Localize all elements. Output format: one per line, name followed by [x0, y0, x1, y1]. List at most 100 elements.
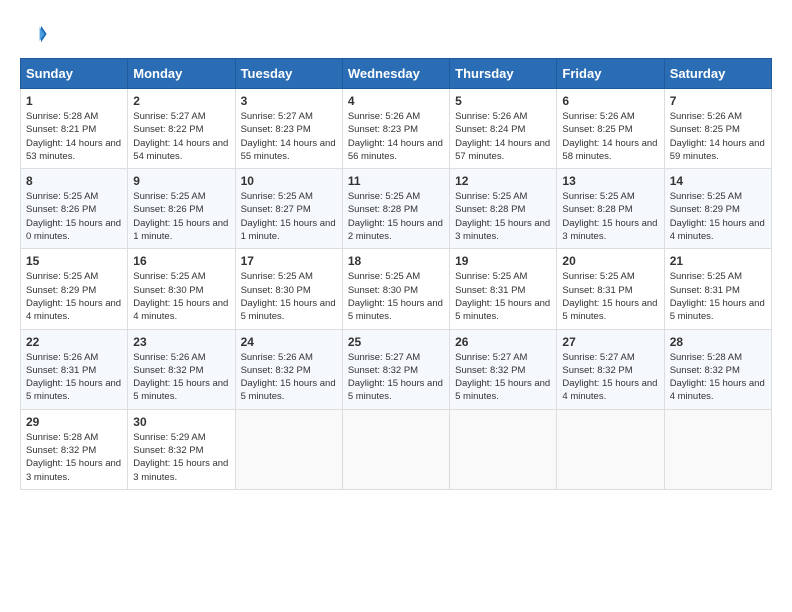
sunrise-label: Sunrise: 5:25 AM — [670, 271, 742, 282]
day-number: 8 — [26, 174, 122, 188]
calendar-day-header: Wednesday — [342, 59, 449, 89]
sunrise-label: Sunrise: 5:25 AM — [348, 191, 420, 202]
daylight-label: Daylight: 15 hours and 5 minutes. — [348, 378, 443, 402]
day-number: 23 — [133, 335, 229, 349]
calendar-week-row: 22 Sunrise: 5:26 AM Sunset: 8:31 PM Dayl… — [21, 329, 772, 409]
sunset-label: Sunset: 8:32 PM — [133, 445, 203, 456]
day-number: 30 — [133, 415, 229, 429]
sunrise-label: Sunrise: 5:26 AM — [670, 111, 742, 122]
cell-content: Sunrise: 5:25 AM Sunset: 8:30 PM Dayligh… — [348, 270, 444, 323]
sunrise-label: Sunrise: 5:27 AM — [133, 111, 205, 122]
sunrise-label: Sunrise: 5:25 AM — [562, 191, 634, 202]
cell-content: Sunrise: 5:25 AM Sunset: 8:27 PM Dayligh… — [241, 190, 337, 243]
calendar-cell: 6 Sunrise: 5:26 AM Sunset: 8:25 PM Dayli… — [557, 89, 664, 169]
day-number: 20 — [562, 254, 658, 268]
cell-content: Sunrise: 5:26 AM Sunset: 8:24 PM Dayligh… — [455, 110, 551, 163]
calendar-week-row: 8 Sunrise: 5:25 AM Sunset: 8:26 PM Dayli… — [21, 169, 772, 249]
cell-content: Sunrise: 5:26 AM Sunset: 8:25 PM Dayligh… — [670, 110, 766, 163]
daylight-label: Daylight: 14 hours and 55 minutes. — [241, 138, 336, 162]
cell-content: Sunrise: 5:28 AM Sunset: 8:32 PM Dayligh… — [26, 431, 122, 484]
sunrise-label: Sunrise: 5:28 AM — [26, 432, 98, 443]
sunset-label: Sunset: 8:31 PM — [26, 365, 96, 376]
calendar-cell: 18 Sunrise: 5:25 AM Sunset: 8:30 PM Dayl… — [342, 249, 449, 329]
calendar-cell: 16 Sunrise: 5:25 AM Sunset: 8:30 PM Dayl… — [128, 249, 235, 329]
calendar-cell: 7 Sunrise: 5:26 AM Sunset: 8:25 PM Dayli… — [664, 89, 771, 169]
day-number: 9 — [133, 174, 229, 188]
daylight-label: Daylight: 14 hours and 53 minutes. — [26, 138, 121, 162]
sunset-label: Sunset: 8:26 PM — [133, 204, 203, 215]
day-number: 2 — [133, 94, 229, 108]
cell-content: Sunrise: 5:25 AM Sunset: 8:28 PM Dayligh… — [348, 190, 444, 243]
cell-content: Sunrise: 5:25 AM Sunset: 8:29 PM Dayligh… — [26, 270, 122, 323]
sunrise-label: Sunrise: 5:25 AM — [133, 191, 205, 202]
sunrise-label: Sunrise: 5:26 AM — [562, 111, 634, 122]
daylight-label: Daylight: 15 hours and 5 minutes. — [455, 298, 550, 322]
sunset-label: Sunset: 8:32 PM — [241, 365, 311, 376]
cell-content: Sunrise: 5:28 AM Sunset: 8:32 PM Dayligh… — [670, 351, 766, 404]
cell-content: Sunrise: 5:26 AM Sunset: 8:25 PM Dayligh… — [562, 110, 658, 163]
daylight-label: Daylight: 15 hours and 5 minutes. — [26, 378, 121, 402]
sunrise-label: Sunrise: 5:26 AM — [348, 111, 420, 122]
calendar-cell: 20 Sunrise: 5:25 AM Sunset: 8:31 PM Dayl… — [557, 249, 664, 329]
cell-content: Sunrise: 5:26 AM Sunset: 8:31 PM Dayligh… — [26, 351, 122, 404]
sunset-label: Sunset: 8:22 PM — [133, 124, 203, 135]
calendar-cell: 9 Sunrise: 5:25 AM Sunset: 8:26 PM Dayli… — [128, 169, 235, 249]
calendar-day-header: Tuesday — [235, 59, 342, 89]
daylight-label: Daylight: 15 hours and 3 minutes. — [26, 458, 121, 482]
daylight-label: Daylight: 15 hours and 1 minute. — [133, 218, 228, 242]
sunrise-label: Sunrise: 5:25 AM — [455, 191, 527, 202]
sunset-label: Sunset: 8:31 PM — [670, 285, 740, 296]
sunset-label: Sunset: 8:32 PM — [562, 365, 632, 376]
daylight-label: Daylight: 15 hours and 3 minutes. — [562, 218, 657, 242]
daylight-label: Daylight: 15 hours and 5 minutes. — [670, 298, 765, 322]
sunrise-label: Sunrise: 5:26 AM — [133, 352, 205, 363]
cell-content: Sunrise: 5:25 AM Sunset: 8:30 PM Dayligh… — [241, 270, 337, 323]
calendar-day-header: Saturday — [664, 59, 771, 89]
calendar-cell: 21 Sunrise: 5:25 AM Sunset: 8:31 PM Dayl… — [664, 249, 771, 329]
day-number: 3 — [241, 94, 337, 108]
calendar-cell: 15 Sunrise: 5:25 AM Sunset: 8:29 PM Dayl… — [21, 249, 128, 329]
daylight-label: Daylight: 15 hours and 3 minutes. — [133, 458, 228, 482]
daylight-label: Daylight: 15 hours and 5 minutes. — [455, 378, 550, 402]
daylight-label: Daylight: 14 hours and 59 minutes. — [670, 138, 765, 162]
sunrise-label: Sunrise: 5:25 AM — [241, 191, 313, 202]
calendar-cell — [557, 409, 664, 489]
day-number: 12 — [455, 174, 551, 188]
daylight-label: Daylight: 15 hours and 0 minutes. — [26, 218, 121, 242]
sunset-label: Sunset: 8:29 PM — [670, 204, 740, 215]
sunset-label: Sunset: 8:30 PM — [241, 285, 311, 296]
day-number: 25 — [348, 335, 444, 349]
day-number: 24 — [241, 335, 337, 349]
sunset-label: Sunset: 8:32 PM — [670, 365, 740, 376]
logo — [20, 20, 54, 48]
calendar-cell — [342, 409, 449, 489]
sunset-label: Sunset: 8:28 PM — [348, 204, 418, 215]
sunset-label: Sunset: 8:24 PM — [455, 124, 525, 135]
calendar-cell — [664, 409, 771, 489]
day-number: 17 — [241, 254, 337, 268]
sunset-label: Sunset: 8:23 PM — [241, 124, 311, 135]
calendar-week-row: 15 Sunrise: 5:25 AM Sunset: 8:29 PM Dayl… — [21, 249, 772, 329]
sunrise-label: Sunrise: 5:26 AM — [455, 111, 527, 122]
cell-content: Sunrise: 5:25 AM Sunset: 8:31 PM Dayligh… — [670, 270, 766, 323]
day-number: 10 — [241, 174, 337, 188]
cell-content: Sunrise: 5:25 AM Sunset: 8:29 PM Dayligh… — [670, 190, 766, 243]
calendar-cell: 17 Sunrise: 5:25 AM Sunset: 8:30 PM Dayl… — [235, 249, 342, 329]
sunrise-label: Sunrise: 5:25 AM — [670, 191, 742, 202]
daylight-label: Daylight: 15 hours and 4 minutes. — [562, 378, 657, 402]
daylight-label: Daylight: 15 hours and 5 minutes. — [241, 298, 336, 322]
cell-content: Sunrise: 5:27 AM Sunset: 8:22 PM Dayligh… — [133, 110, 229, 163]
cell-content: Sunrise: 5:27 AM Sunset: 8:32 PM Dayligh… — [562, 351, 658, 404]
sunrise-label: Sunrise: 5:27 AM — [348, 352, 420, 363]
day-number: 27 — [562, 335, 658, 349]
daylight-label: Daylight: 15 hours and 5 minutes. — [348, 298, 443, 322]
daylight-label: Daylight: 15 hours and 4 minutes. — [670, 218, 765, 242]
sunset-label: Sunset: 8:31 PM — [455, 285, 525, 296]
calendar-cell: 25 Sunrise: 5:27 AM Sunset: 8:32 PM Dayl… — [342, 329, 449, 409]
cell-content: Sunrise: 5:27 AM Sunset: 8:32 PM Dayligh… — [455, 351, 551, 404]
calendar-cell: 13 Sunrise: 5:25 AM Sunset: 8:28 PM Dayl… — [557, 169, 664, 249]
sunrise-label: Sunrise: 5:25 AM — [241, 271, 313, 282]
sunset-label: Sunset: 8:32 PM — [26, 445, 96, 456]
calendar-day-header: Sunday — [21, 59, 128, 89]
sunrise-label: Sunrise: 5:26 AM — [241, 352, 313, 363]
